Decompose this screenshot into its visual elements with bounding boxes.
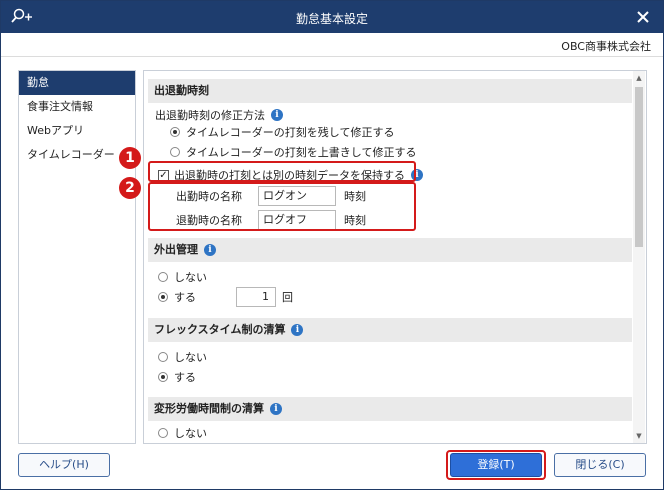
- radio-overwrite-label: タイムレコーダーの打刻を上書きして修正する: [186, 146, 417, 159]
- method-label-row: 出退勤時刻の修正方法 i: [155, 107, 283, 123]
- radio-flex-yes[interactable]: [158, 372, 168, 382]
- help-button[interactable]: ヘルプ(H): [18, 453, 110, 477]
- close-button[interactable]: 閉じる(C): [554, 453, 646, 477]
- radio-variable-no-label: しない: [174, 427, 207, 440]
- radio-flex-no-label: しない: [174, 351, 207, 364]
- sidebar-item-time-recorder[interactable]: タイムレコーダー: [19, 143, 135, 167]
- section-title: フレックスタイム制の清算: [154, 323, 286, 336]
- radio-outing-no[interactable]: [158, 272, 168, 282]
- sidebar: 勤怠 食事注文情報 Webアプリ タイムレコーダー: [18, 70, 136, 444]
- outing-count-input[interactable]: 1: [236, 287, 276, 307]
- radio-variable-no[interactable]: [158, 428, 168, 438]
- section-header-outing: 外出管理 i: [148, 238, 632, 262]
- outing-no-row[interactable]: しない: [158, 269, 207, 285]
- window-title: 勤怠基本設定: [295, 12, 368, 26]
- sidebar-item-meal-order[interactable]: 食事注文情報: [19, 95, 135, 119]
- flex-no-row[interactable]: しない: [158, 349, 207, 365]
- radio-outing-yes-label: する: [174, 291, 196, 304]
- radio-keep-row[interactable]: タイムレコーダーの打刻を残して修正する: [170, 124, 394, 140]
- info-icon[interactable]: i: [291, 324, 304, 336]
- flex-yes-row[interactable]: する: [158, 369, 196, 385]
- settings-panel: 出退勤時刻 出退勤時刻の修正方法 i タイムレコーダーの打刻を残して修正する タ…: [143, 70, 647, 444]
- section-title: 外出管理: [154, 243, 198, 256]
- settings-window: 勤怠基本設定 OBC商事株式会社 勤怠 食事注文情報 Webアプリ タイムレコー…: [0, 0, 664, 490]
- section-title: 変形労働時間制の清算: [154, 402, 264, 415]
- callout-badge-1: 1: [119, 147, 141, 169]
- info-icon[interactable]: i: [271, 109, 283, 121]
- method-label: 出退勤時刻の修正方法: [155, 109, 265, 122]
- info-icon[interactable]: i: [270, 403, 282, 415]
- register-button[interactable]: 登録(T): [450, 453, 542, 477]
- outing-yes-row[interactable]: する 1 回: [158, 287, 293, 307]
- radio-keep[interactable]: [170, 127, 180, 137]
- variable-no-row[interactable]: しない: [158, 425, 207, 441]
- sidebar-item-attendance[interactable]: 勤怠: [19, 71, 135, 95]
- section-header-attendance-time: 出退勤時刻: [148, 79, 632, 103]
- scrollbar-thumb[interactable]: [635, 87, 643, 247]
- radio-outing-no-label: しない: [174, 271, 207, 284]
- radio-flex-no[interactable]: [158, 352, 168, 362]
- sidebar-item-web-app[interactable]: Webアプリ: [19, 119, 135, 143]
- highlight-box-1: [148, 161, 416, 182]
- radio-flex-yes-label: する: [174, 371, 196, 384]
- highlight-box-2: [148, 182, 416, 231]
- info-icon[interactable]: i: [204, 244, 216, 256]
- radio-overwrite[interactable]: [170, 147, 180, 157]
- section-header-variable-hours: 変形労働時間制の清算 i: [148, 397, 632, 421]
- radio-overwrite-row[interactable]: タイムレコーダーの打刻を上書きして修正する: [170, 144, 416, 160]
- company-name: OBC商事株式会社: [561, 40, 651, 53]
- radio-keep-label: タイムレコーダーの打刻を残して修正する: [186, 126, 395, 139]
- outing-count-unit: 回: [282, 291, 293, 304]
- callout-badge-2: 2: [119, 177, 141, 199]
- radio-outing-yes[interactable]: [158, 292, 168, 302]
- scroll-down-icon[interactable]: ▼: [635, 432, 643, 440]
- scrollbar[interactable]: ▲ ▼: [633, 71, 645, 443]
- title-bar: 勤怠基本設定: [1, 1, 663, 33]
- scroll-up-icon[interactable]: ▲: [635, 74, 643, 82]
- divider: [1, 56, 663, 57]
- close-icon[interactable]: [633, 7, 653, 27]
- section-header-flextime: フレックスタイム制の清算 i: [148, 318, 632, 342]
- section-title: 出退勤時刻: [154, 84, 209, 97]
